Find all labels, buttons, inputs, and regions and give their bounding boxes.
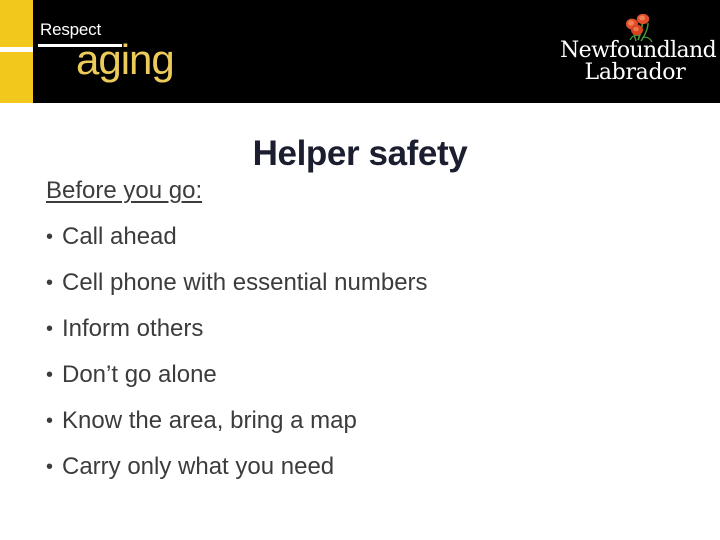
- list-item-label: Don’t go alone: [62, 361, 217, 388]
- province-wordmark: Newfoundland Labrador: [560, 38, 717, 86]
- list-item-label: Cell phone with essential numbers: [62, 269, 428, 296]
- province-name-line2: Labrador: [584, 60, 686, 86]
- list-item-label: Inform others: [62, 315, 204, 342]
- bullet-dot-icon: •: [46, 456, 54, 478]
- header-band: Respect aging Newfoundland Labrador: [0, 0, 720, 103]
- bullet-dot-icon: •: [46, 226, 54, 248]
- lead-heading: Before you go:: [46, 177, 203, 204]
- list-item: • Call ahead: [46, 222, 686, 252]
- list-item-label: Know the area, bring a map: [62, 407, 357, 434]
- bullet-dot-icon: •: [46, 410, 54, 432]
- respect-aging-logo: Respect aging: [38, 20, 298, 100]
- bullet-dot-icon: •: [46, 318, 54, 340]
- slide-body: Before you go: • Call ahead • Cell phone…: [46, 176, 686, 482]
- list-item: • Don’t go alone: [46, 360, 686, 390]
- list-item: • Know the area, bring a map: [46, 406, 686, 436]
- brand-word-aging: aging: [76, 36, 175, 83]
- slide-title: Helper safety: [252, 134, 468, 174]
- list-item: • Carry only what you need: [46, 452, 686, 482]
- bullet-list: • Call ahead • Cell phone with essential…: [46, 222, 686, 482]
- bullet-dot-icon: •: [46, 364, 54, 386]
- list-item-label: Call ahead: [62, 223, 177, 250]
- list-item: • Inform others: [46, 314, 686, 344]
- accent-bar-top-block: [0, 0, 33, 47]
- newfoundland-labrador-logo: Newfoundland Labrador: [560, 14, 717, 94]
- province-name-line1: Newfoundland: [560, 38, 717, 63]
- list-item: • Cell phone with essential numbers: [46, 268, 686, 298]
- list-item-label: Carry only what you need: [62, 453, 335, 480]
- accent-bar-bottom-block: [0, 52, 33, 103]
- presentation-slide: Respect aging Newfoundland Labrador Help…: [0, 0, 720, 540]
- bullet-dot-icon: •: [46, 272, 54, 294]
